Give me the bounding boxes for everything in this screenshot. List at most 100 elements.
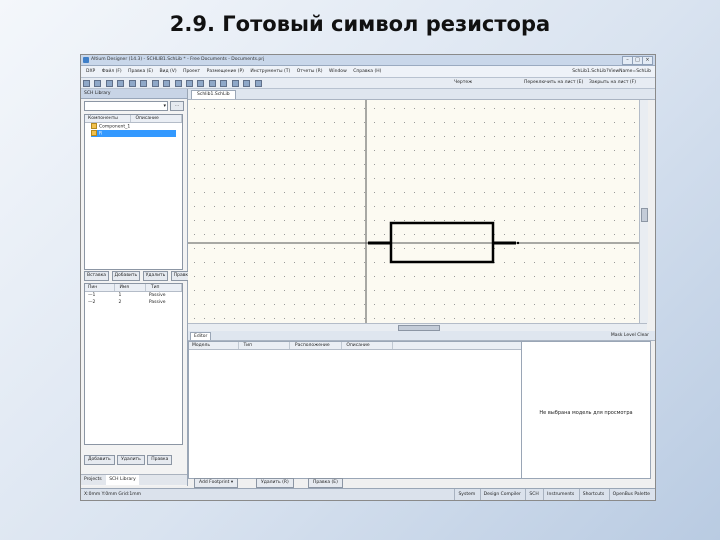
- grid-dot: [434, 192, 435, 193]
- status-system[interactable]: System: [454, 489, 478, 500]
- redo-icon[interactable]: [197, 80, 205, 87]
- wire-icon[interactable]: [208, 80, 216, 87]
- menu-view[interactable]: Вид (V): [159, 66, 176, 77]
- horizontal-scrollbar[interactable]: [188, 323, 647, 331]
- grid-dot: [354, 304, 355, 305]
- delete-model-button[interactable]: Удалить: [117, 455, 145, 465]
- grid-dot: [194, 178, 195, 179]
- status-design-compiler[interactable]: Design Compiler: [479, 489, 524, 500]
- menu-path: SchLib1.SchLib?ViewName=SchLib: [572, 69, 651, 74]
- pin-icon[interactable]: [220, 80, 228, 87]
- status-sch[interactable]: SCH: [525, 489, 541, 500]
- library-filter-combo[interactable]: ▾: [84, 101, 168, 111]
- tree-item-component[interactable]: Component_1: [91, 123, 176, 130]
- cut-icon[interactable]: [151, 80, 159, 87]
- status-openbus[interactable]: OpenBus Palette: [608, 489, 653, 500]
- tab-editor[interactable]: Editor: [190, 332, 212, 340]
- grid-dot: [204, 192, 205, 193]
- status-instruments[interactable]: Instruments: [543, 489, 577, 500]
- title-bar: Altium Designer (14.3) - SCHLIB1.SchLib …: [81, 55, 655, 66]
- hint-close-sheet[interactable]: Закрыть на лист (F): [589, 78, 636, 88]
- mode-label[interactable]: Чертеж: [454, 78, 472, 88]
- paste-icon[interactable]: [174, 80, 182, 87]
- line-icon[interactable]: [243, 80, 251, 87]
- grid-dot: [484, 178, 485, 179]
- grid-dot: [244, 164, 245, 165]
- grid-dot: [614, 192, 615, 193]
- undo-icon[interactable]: [185, 80, 193, 87]
- grid-dot: [244, 136, 245, 137]
- toolbar: Чертеж Переключить на лист (E) Закрыть н…: [81, 78, 655, 89]
- grid-dot: [264, 276, 265, 277]
- pin-col-pin[interactable]: Пин: [85, 284, 115, 291]
- menu-window[interactable]: Window: [329, 66, 347, 77]
- model-col-location[interactable]: Расположение: [292, 342, 342, 349]
- delete-button[interactable]: Удалить: [142, 271, 169, 281]
- grid-dot: [404, 234, 405, 235]
- insert-button[interactable]: Вставка: [84, 271, 110, 281]
- remove-button[interactable]: Удалить (R): [256, 478, 294, 488]
- copy-icon[interactable]: [163, 80, 171, 87]
- vertical-scrollbar[interactable]: [639, 100, 648, 323]
- grid-dot: [374, 136, 375, 137]
- tab-schlib-document[interactable]: Schlib1.SchLib: [191, 90, 236, 99]
- tab-sch-library[interactable]: SCH Library: [106, 475, 139, 485]
- close-button[interactable]: ×: [642, 56, 653, 65]
- table-row[interactable]: —2 2 Passive: [85, 299, 182, 306]
- tree-item-resistor[interactable]: R: [91, 130, 176, 137]
- panel-options-button[interactable]: …: [170, 101, 184, 111]
- grid-dot: [304, 290, 305, 291]
- grid-dot: [344, 206, 345, 207]
- tree-col-description[interactable]: Описание: [132, 115, 183, 122]
- pin-col-name[interactable]: Имя: [116, 284, 147, 291]
- grid-dot: [564, 318, 565, 319]
- new-file-icon[interactable]: [83, 80, 90, 87]
- menu-reports[interactable]: Отчеты (R): [297, 66, 323, 77]
- grid-dot: [264, 178, 265, 179]
- zoom-out-icon[interactable]: [140, 80, 148, 87]
- grid-dot: [234, 178, 235, 179]
- edit-footprint-button[interactable]: Правка (E): [308, 478, 343, 488]
- menu-tools[interactable]: Инструменты (T): [250, 66, 290, 77]
- add-footprint-button[interactable]: Add Footprint ▾: [194, 478, 239, 488]
- grid-dot: [614, 108, 615, 109]
- tree-col-components[interactable]: Компоненты: [85, 115, 131, 122]
- grid-dot: [554, 136, 555, 137]
- menu-file[interactable]: Файл (F): [102, 66, 122, 77]
- grid-dot: [314, 290, 315, 291]
- grid-dot: [284, 234, 285, 235]
- menu-project[interactable]: Проект: [183, 66, 200, 77]
- open-folder-icon[interactable]: [94, 80, 102, 87]
- grid-dot: [354, 122, 355, 123]
- model-col-description[interactable]: Описание: [343, 342, 394, 349]
- schematic-canvas[interactable]: [188, 100, 640, 323]
- table-row[interactable]: —1 1 Passive: [85, 292, 182, 299]
- pin-col-type[interactable]: Тип: [148, 284, 182, 291]
- grid-dot: [314, 276, 315, 277]
- grid-dot: [534, 206, 535, 207]
- vertical-scroll-thumb[interactable]: [641, 208, 648, 222]
- grid-dot: [404, 122, 405, 123]
- hint-switch-sheet[interactable]: Переключить на лист (E): [524, 78, 583, 88]
- grid-dot: [324, 220, 325, 221]
- add-model-button[interactable]: Добавить: [84, 455, 115, 465]
- save-icon[interactable]: [105, 80, 113, 87]
- menu-place[interactable]: Размещение (P): [207, 66, 244, 77]
- mask-level-control[interactable]: Mask Level Clear: [611, 332, 649, 339]
- grid-dot: [354, 262, 355, 263]
- status-shortcuts[interactable]: Shortcuts: [578, 489, 608, 500]
- grid-dot: [284, 248, 285, 249]
- menu-help[interactable]: Справка (H): [353, 66, 381, 77]
- rectangle-icon[interactable]: [231, 80, 239, 87]
- text-icon[interactable]: [254, 80, 262, 87]
- model-col-model[interactable]: Модель: [189, 342, 239, 349]
- add-button[interactable]: Добавить: [111, 271, 141, 281]
- edit-model-button[interactable]: Правка: [147, 455, 173, 465]
- zoom-in-icon[interactable]: [128, 80, 136, 87]
- tab-projects[interactable]: Projects: [81, 475, 105, 485]
- model-col-type[interactable]: Тип: [240, 342, 291, 349]
- grid-dot: [414, 318, 415, 319]
- menu-edit[interactable]: Правка (E): [128, 66, 153, 77]
- menu-dxp[interactable]: DXP: [86, 66, 95, 77]
- print-icon[interactable]: [117, 80, 125, 87]
